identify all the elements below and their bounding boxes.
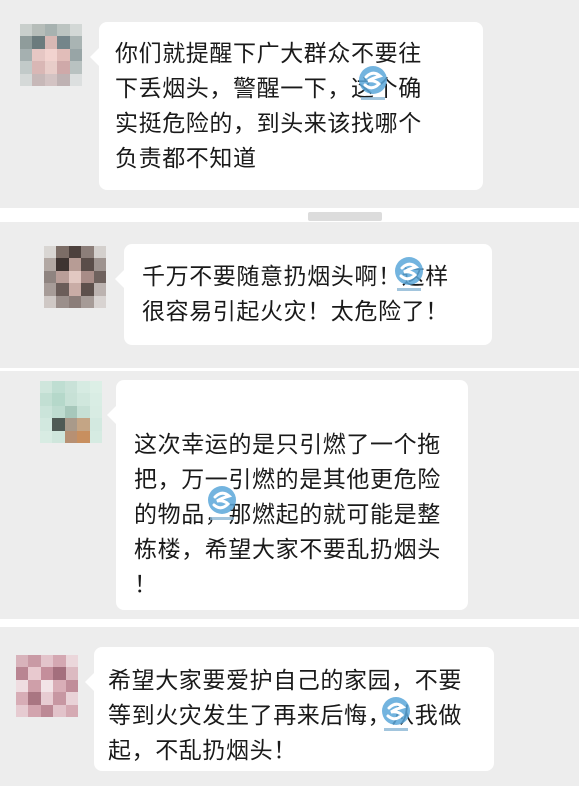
watermark-logo-icon <box>382 697 410 731</box>
message-panel-2: 千万不要随意扔烟头啊！这样 很容易引起火灾！太危险了！ <box>0 222 579 368</box>
message-1-line-1: 你们就提醒下广大群众不要往 <box>115 41 422 67</box>
message-1-line-3: 实挺危险的，到头来该找哪个 <box>115 111 422 137</box>
avatar-1[interactable] <box>20 24 82 86</box>
divider-tab <box>308 212 382 221</box>
message-panel-3: 这次幸运的是只引燃了一个拖 把，万一引燃的是其他更危险 的物品，那燃起的就可能是… <box>0 371 579 619</box>
message-4-line-3: 起，不乱扔烟头！ <box>108 738 297 764</box>
message-3-line-3: 的物品，那燃起的就可能是整 <box>134 502 441 528</box>
avatar-4[interactable] <box>16 655 78 717</box>
watermark-logo-icon <box>359 66 387 100</box>
message-bubble-1[interactable]: 你们就提醒下广大群众不要往 下丢烟头，警醒一下，这个确 实挺危险的，到头来该找哪… <box>90 22 483 190</box>
message-2-line-2: 很容易引起火灾！太危险了！ <box>142 299 449 325</box>
message-bubble-2[interactable]: 千万不要随意扔烟头啊！这样 很容易引起火灾！太危险了！ <box>115 244 492 345</box>
watermark-logo-icon <box>208 486 236 520</box>
message-panel-1: 你们就提醒下广大群众不要往 下丢烟头，警醒一下，这个确 实挺危险的，到头来该找哪… <box>0 0 579 208</box>
watermark-logo-icon <box>395 257 423 291</box>
message-3-line-2: 把，万一引燃的是其他更危险 <box>134 467 441 493</box>
message-4-line-2: 等到火灾发生了再来后悔，从我做 <box>108 703 462 729</box>
message-1-line-4: 负责都不知道 <box>115 146 257 172</box>
message-bubble-3[interactable]: 这次幸运的是只引燃了一个拖 把，万一引燃的是其他更危险 的物品，那燃起的就可能是… <box>107 380 468 610</box>
message-4-line-1: 希望大家要爱护自己的家园，不要 <box>108 668 462 694</box>
comment-screenshot: 你们就提醒下广大群众不要往 下丢烟头，警醒一下，这个确 实挺危险的，到头来该找哪… <box>0 0 579 786</box>
message-panel-4: 希望大家要爱护自己的家园，不要 等到火灾发生了再来后悔，从我做 起，不乱扔烟头！ <box>0 627 579 786</box>
message-3-line-4: 栋楼，希望大家不要乱扔烟头 <box>134 537 441 563</box>
message-3-line-1: 这次幸运的是只引燃了一个拖 <box>134 432 441 458</box>
message-3-line-5: ！ <box>134 572 158 598</box>
message-1-line-2: 下丢烟头，警醒一下，这个确 <box>115 76 422 102</box>
avatar-2[interactable] <box>44 246 106 308</box>
message-2-line-1: 千万不要随意扔烟头啊！这样 <box>142 264 449 290</box>
avatar-3[interactable] <box>40 381 102 443</box>
message-bubble-4[interactable]: 希望大家要爱护自己的家园，不要 等到火灾发生了再来后悔，从我做 起，不乱扔烟头！ <box>85 647 494 771</box>
